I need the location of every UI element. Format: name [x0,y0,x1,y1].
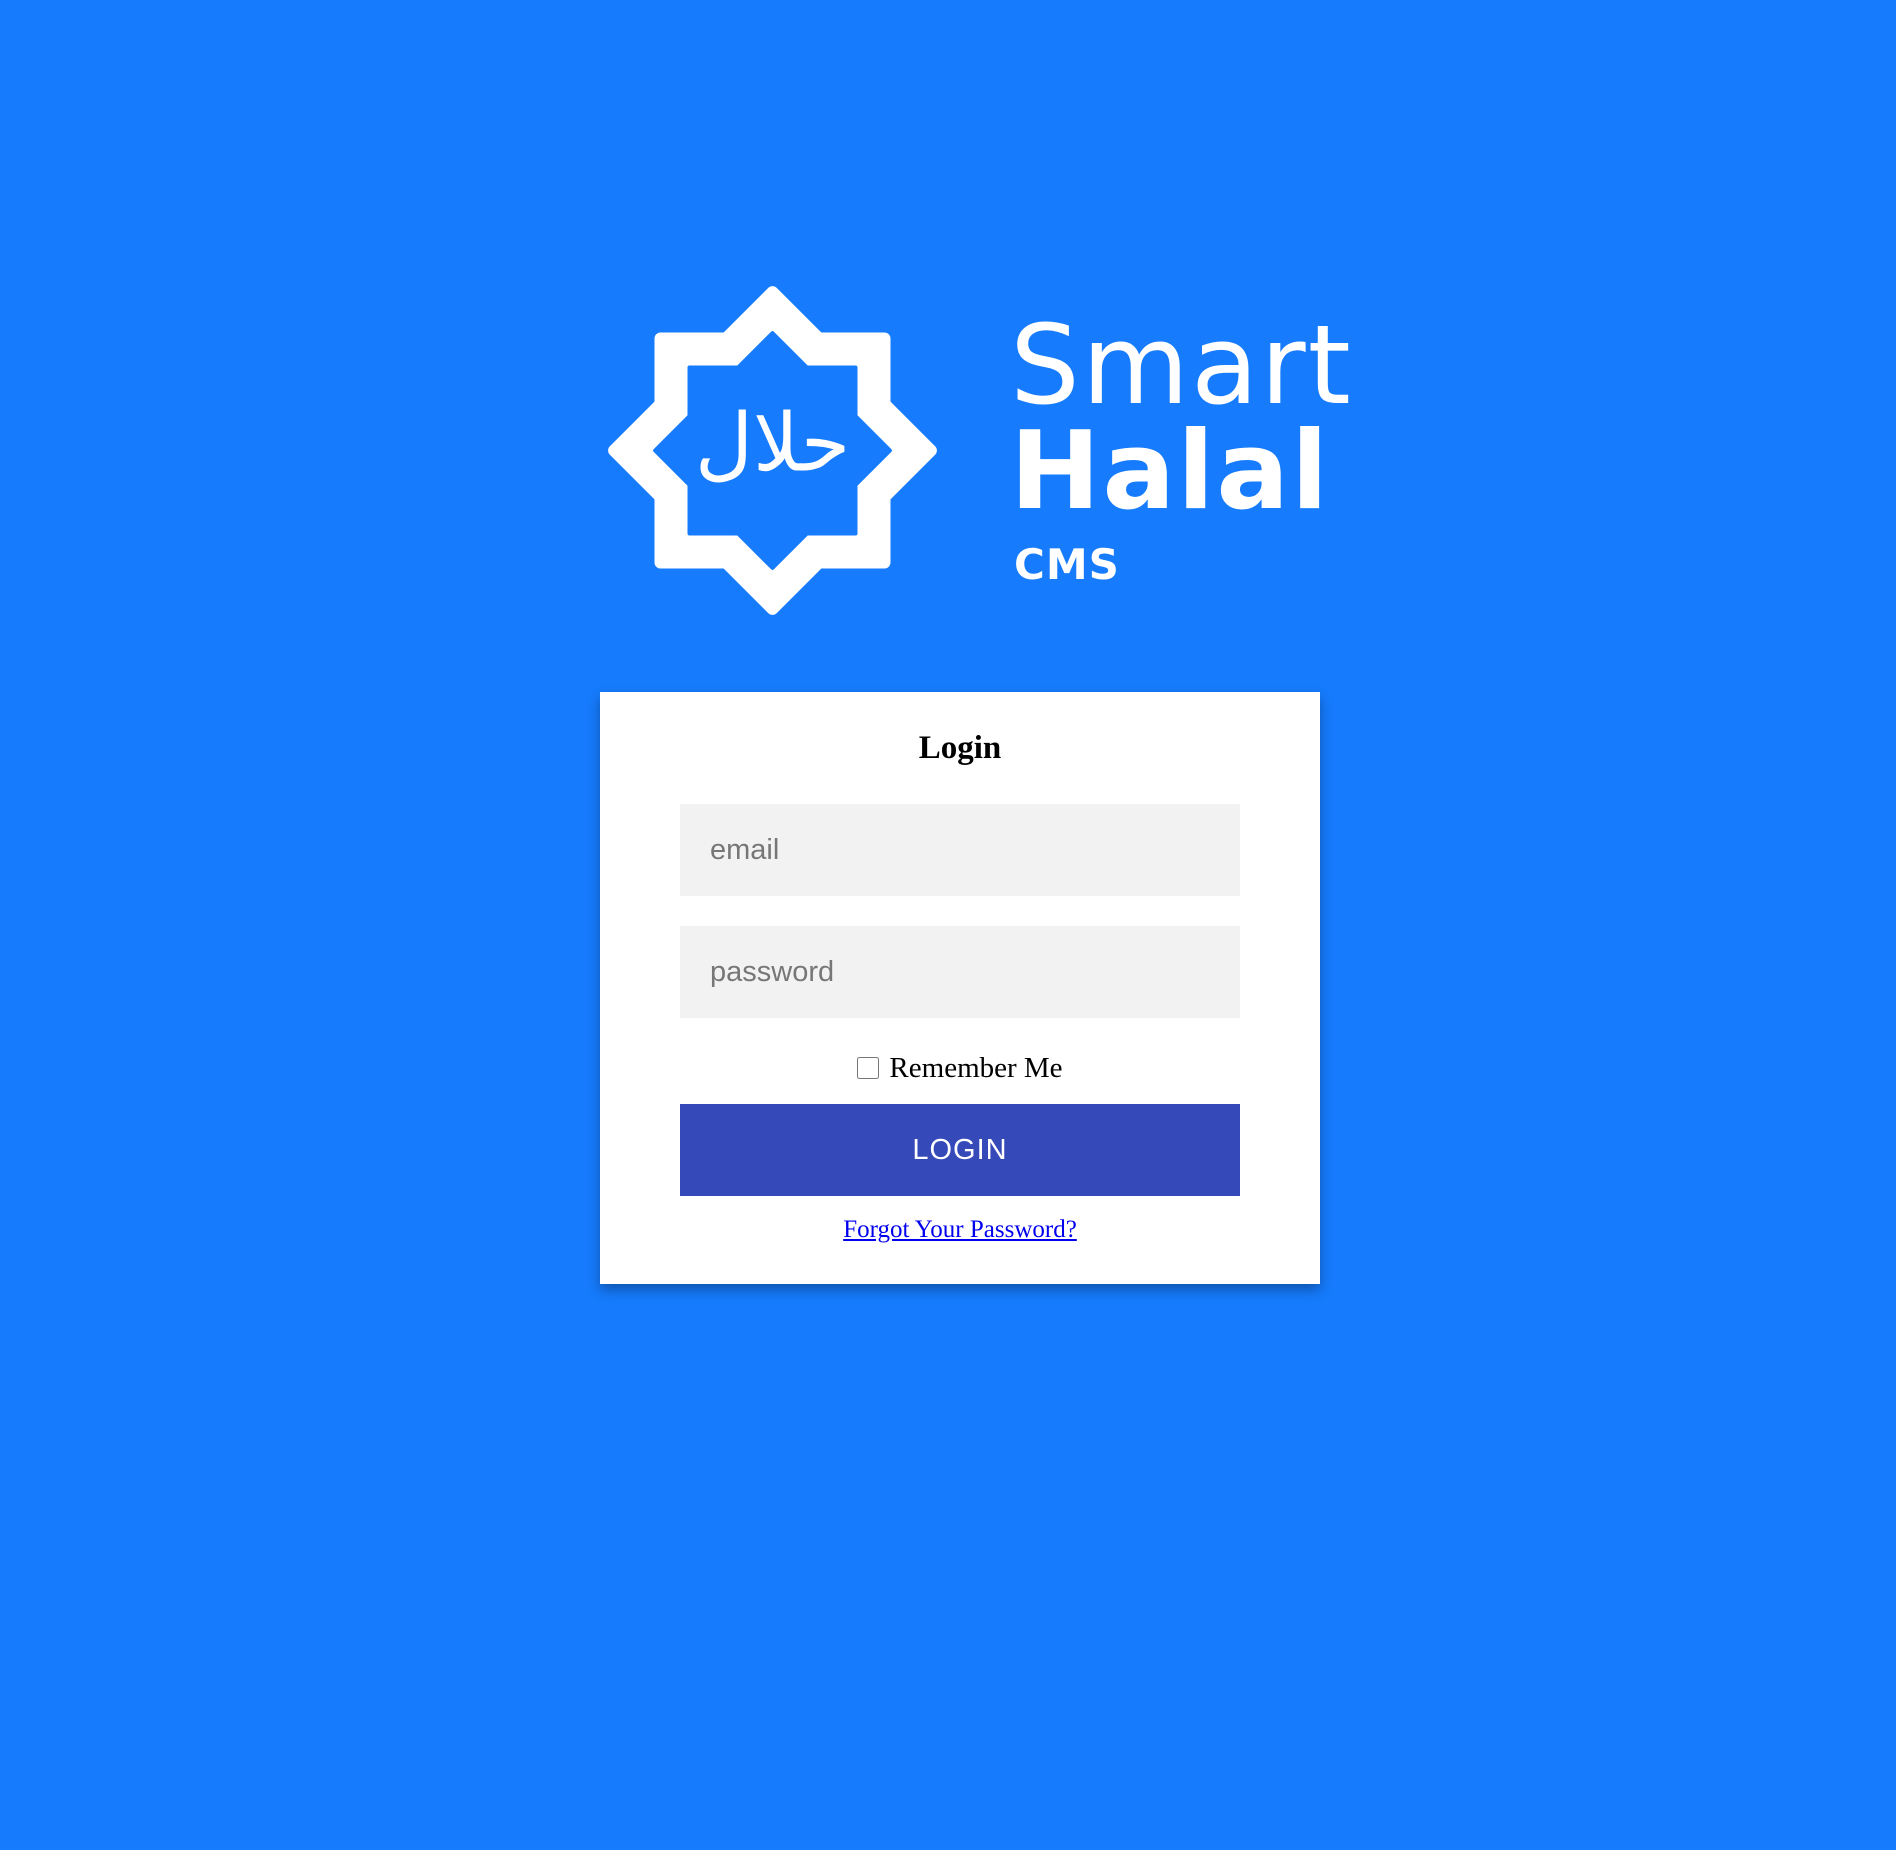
remember-me-label: Remember Me [889,1051,1063,1084]
login-title: Login [918,730,1002,766]
forgot-password-link[interactable]: Forgot Your Password? [600,1216,1320,1244]
login-card: Login Remember Me LOGIN Forgot Your Pass… [600,692,1320,1284]
halal-star-emblem-icon: حلال [608,286,937,615]
logo-word-cms: CMS [1014,540,1120,589]
login-page: حلال Smart Halal CMS Login Remember Me L… [0,0,1896,1850]
remember-me-row: Remember Me [600,1050,1320,1086]
remember-me-checkbox[interactable] [857,1057,880,1079]
smart-halal-logo: حلال Smart Halal CMS [600,278,1351,628]
password-field[interactable] [680,926,1240,1018]
logo-word-smart: Smart [1010,301,1353,429]
halal-arabic-mark: حلال [695,397,850,490]
email-field[interactable] [680,804,1240,896]
login-button[interactable]: LOGIN [680,1104,1240,1196]
logo-word-halal: Halal [1010,409,1331,534]
